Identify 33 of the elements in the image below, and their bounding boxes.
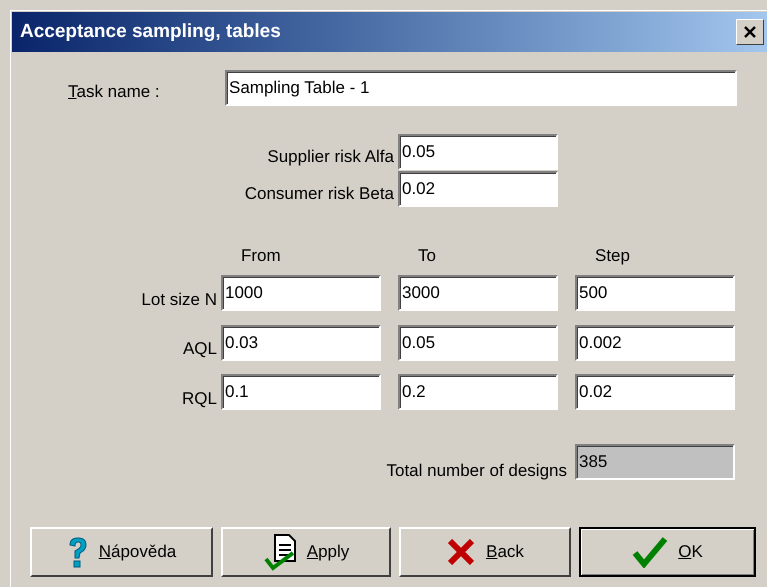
range-field[interactable]: 3000 [398, 275, 558, 312]
total-label: Total number of designs [386, 460, 568, 482]
risk-field[interactable]: 0.02 [398, 171, 558, 207]
range-field[interactable]: 0.05 [398, 324, 558, 361]
range-field[interactable]: 0.2 [398, 374, 558, 410]
range-field[interactable]: 0.03 [221, 324, 381, 361]
checkmark-icon [632, 536, 668, 568]
risk-label: Supplier risk Alfa [266, 146, 395, 168]
row-label: AQL [182, 338, 218, 360]
row-label: RQL [181, 388, 218, 410]
row-label: Lot size N [140, 288, 218, 310]
task-name-label: Task name : [67, 81, 161, 104]
risk-field[interactable]: 0.05 [398, 134, 558, 170]
column-header: Step [594, 245, 631, 267]
risk-label: Consumer risk Beta [244, 183, 395, 206]
document-check-icon [262, 532, 297, 570]
range-field[interactable]: 500 [575, 275, 735, 312]
cross-icon [446, 536, 476, 566]
question-mark-icon [66, 536, 89, 568]
range-field[interactable]: 0.02 [575, 374, 735, 410]
close-button[interactable] [736, 19, 764, 45]
column-header: To [417, 245, 437, 267]
range-field[interactable]: 1000 [221, 275, 381, 312]
ok-button[interactable]: OK [579, 526, 756, 576]
range-field[interactable]: 0.002 [575, 324, 735, 361]
help-button[interactable]: Nápověda [30, 526, 213, 576]
task-name-field[interactable]: Sampling Table - 1 [225, 70, 737, 106]
close-icon [743, 25, 757, 39]
back-button[interactable]: Back [399, 526, 571, 576]
window-title: Acceptance sampling, tables [20, 20, 281, 44]
range-field[interactable]: 0.1 [221, 374, 381, 410]
column-header: From [240, 245, 282, 267]
apply-button[interactable]: Apply [221, 526, 391, 576]
